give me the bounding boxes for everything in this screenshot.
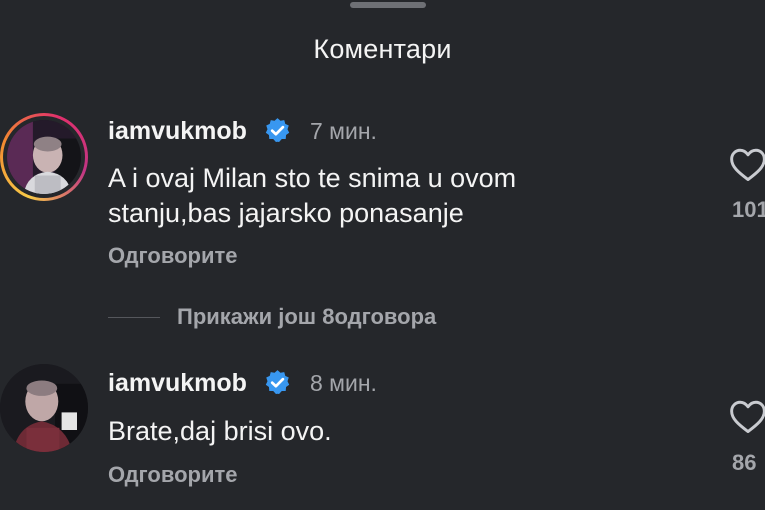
avatar-photo (7, 120, 81, 194)
comment-text-line: Brate,daj brisi ovo. (108, 416, 332, 446)
comment-time: 7 мин. (310, 118, 377, 144)
comment-text: Brate,daj brisi ovo. (108, 414, 668, 449)
heart-outline-icon (730, 400, 765, 434)
heart-outline-icon (730, 148, 765, 182)
thread-line (108, 317, 160, 318)
comment-text: A i ovaj Milan sto te snima u ovom stanj… (108, 161, 668, 231)
comment-time: 8 мин. (310, 370, 377, 396)
avatar-photo (0, 364, 88, 452)
view-more-replies-button[interactable]: Прикажи још 8одговора (177, 304, 436, 330)
comment-username[interactable]: iamvukmob (108, 369, 247, 398)
like-button[interactable] (728, 398, 765, 434)
reply-button[interactable]: Одговорите (108, 243, 238, 269)
comment-text-line: stanju,bas jajarsko ponasanje (108, 198, 464, 228)
avatar[interactable] (0, 113, 88, 201)
like-count: 101 (732, 197, 765, 222)
verified-badge-icon (265, 118, 290, 142)
sheet-drag-handle[interactable] (350, 2, 426, 8)
comment-text-line: A i ovaj Milan sto te snima u ovom (108, 163, 517, 193)
comments-sheet: Коментари iamvukmob 7 мин. A i ovaj Mila… (0, 0, 765, 510)
reply-button[interactable]: Одговорите (108, 462, 238, 488)
like-count: 86 (732, 450, 757, 475)
page-title: Коментари (313, 34, 452, 64)
verified-badge-icon (265, 370, 290, 394)
comment-username[interactable]: iamvukmob (108, 117, 247, 146)
like-button[interactable] (728, 146, 765, 182)
avatar[interactable] (0, 364, 88, 452)
